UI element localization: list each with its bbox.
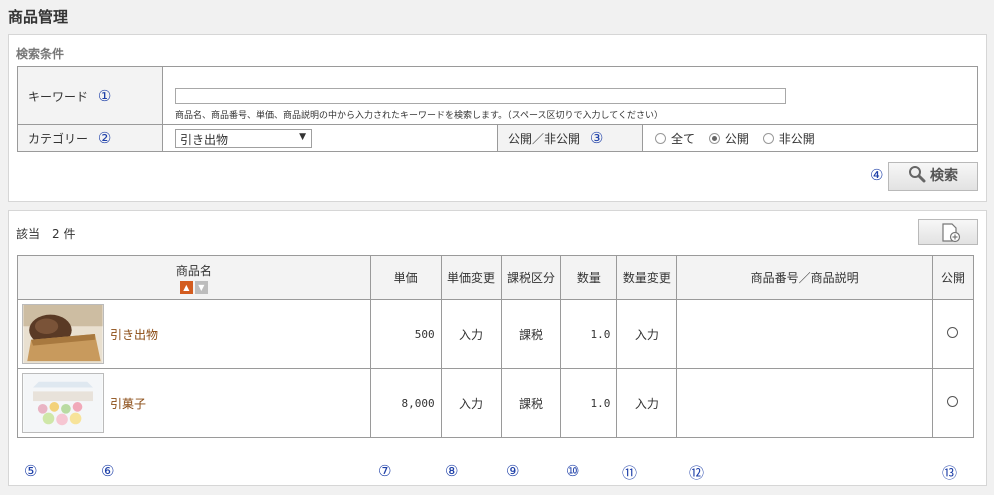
category-select[interactable]: 引き出物 ▼ [175, 128, 312, 148]
cell-qty: 1.0 [560, 299, 618, 369]
cell-product-name: 引き出物 [17, 299, 371, 369]
result-count: 該当 2 件 [16, 227, 76, 241]
col-header-price-change: 単価変更 [440, 255, 502, 300]
cell-code-desc [676, 368, 933, 438]
public-status-icon [947, 327, 959, 338]
visibility-option-public[interactable]: 公開 [708, 132, 749, 146]
radio-private[interactable] [762, 132, 774, 144]
col-header-qty-change: 数量変更 [616, 255, 678, 300]
cell-price: 500 [369, 299, 442, 369]
category-cell: 引き出物 ▼ [162, 124, 498, 152]
product-name-link[interactable]: 引菓子 [110, 395, 146, 412]
annotation-11: ⑪ [622, 464, 638, 482]
sort-controls: ▲ ▼ [18, 279, 370, 294]
visibility-label-cell: 公開／非公開 ③ [497, 124, 643, 152]
visibility-radio-group: 全て 公開 非公開 [642, 124, 978, 152]
category-selected-value: 引き出物 [180, 132, 229, 147]
public-status-icon [947, 396, 959, 407]
cell-qty-change: 入力 [616, 368, 678, 438]
keyword-label: キーワード [28, 89, 89, 104]
table-row: 引き出物 500 入力 課税 1.0 入力 [17, 299, 975, 369]
cell-price-change: 入力 [440, 368, 502, 438]
annotation-9: ⑨ [506, 462, 520, 480]
chevron-down-icon: ▼ [299, 131, 306, 142]
cell-price-change: 入力 [440, 299, 502, 369]
col-header-qty: 数量 [560, 255, 618, 300]
annotation-1: ① [97, 86, 112, 105]
search-icon [909, 166, 926, 183]
cell-public [931, 299, 975, 369]
cell-price: 8,000 [369, 368, 442, 438]
product-name-link[interactable]: 引き出物 [110, 326, 158, 343]
table-row: 引菓子 8,000 入力 課税 1.0 入力 [17, 368, 975, 438]
visibility-label: 公開／非公開 [508, 132, 581, 146]
product-table: 商品名 ▲ ▼ 単価 単価変更 課税区分 数量 数量変更 商品番号／商品説明 公開 [17, 255, 975, 438]
table-header-row: 商品名 ▲ ▼ 単価 単価変更 課税区分 数量 数量変更 商品番号／商品説明 公開 [17, 255, 975, 300]
annotation-10: ⑩ [566, 462, 580, 480]
annotation-12: ⑫ [689, 464, 705, 482]
col-header-price: 単価 [369, 255, 442, 300]
cell-public [931, 368, 975, 438]
add-product-button[interactable] [918, 219, 978, 245]
add-document-icon [942, 223, 961, 243]
cell-tax: 課税 [500, 299, 562, 369]
category-label: カテゴリー [28, 132, 89, 146]
keyword-help-text: 商品名、商品番号、単価、商品説明の中から入力されたキーワードを検索します。（スペ… [175, 111, 663, 121]
cell-qty: 1.0 [560, 368, 618, 438]
keyword-input[interactable] [175, 88, 786, 104]
product-thumbnail-image [22, 304, 104, 364]
cell-tax: 課税 [500, 368, 562, 438]
keyword-label-cell: キーワード ① [17, 66, 163, 125]
annotation-4: ④ [870, 166, 884, 184]
results-panel: 該当 2 件 商品名 ▲ ▼ 単価 単価変更 課税区分 数量 数量変更 商品番号／… [8, 210, 987, 486]
col-header-public: 公開 [931, 255, 975, 300]
sort-asc-icon[interactable]: ▲ [179, 280, 193, 294]
annotation-5: ⑤ [24, 462, 38, 480]
col-header-code-desc: 商品番号／商品説明 [676, 255, 933, 300]
search-panel: 検索条件 キーワード ① 商品名、商品番号、単価、商品説明の中から入力されたキー… [8, 34, 987, 202]
annotation-3: ③ [589, 129, 604, 147]
cell-code-desc [676, 299, 933, 369]
cell-qty-change: 入力 [616, 299, 678, 369]
search-button-label: 検索 [930, 168, 958, 184]
keyword-cell: 商品名、商品番号、単価、商品説明の中から入力されたキーワードを検索します。（スペ… [162, 66, 978, 125]
category-label-cell: カテゴリー ② [17, 124, 163, 152]
search-section-label: 検索条件 [16, 47, 65, 61]
col-header-tax: 課税区分 [500, 255, 562, 300]
search-conditions-table: キーワード ① 商品名、商品番号、単価、商品説明の中から入力されたキーワードを検… [17, 66, 978, 152]
sort-desc-icon[interactable]: ▼ [194, 280, 208, 294]
radio-public[interactable] [708, 132, 720, 144]
radio-all[interactable] [655, 132, 666, 144]
visibility-option-all[interactable]: 全て [655, 132, 695, 146]
page-title: 商品管理 [8, 8, 69, 26]
visibility-option-private[interactable]: 非公開 [762, 132, 815, 146]
annotation-6: ⑥ [101, 462, 115, 480]
annotation-2: ② [97, 129, 112, 147]
cell-product-name: 引菓子 [17, 368, 371, 438]
annotation-8: ⑧ [445, 462, 459, 480]
product-thumbnail-image [22, 373, 104, 433]
col-header-name: 商品名 ▲ ▼ [17, 255, 371, 300]
search-button[interactable]: 検索 [888, 162, 978, 191]
annotation-13: ⑬ [942, 464, 958, 482]
annotation-7: ⑦ [378, 462, 392, 480]
